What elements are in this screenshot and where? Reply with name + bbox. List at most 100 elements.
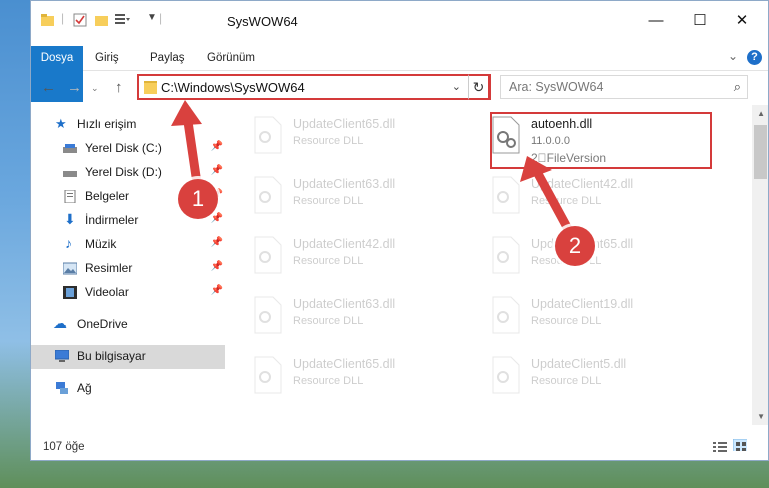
scroll-down-icon[interactable]: ▼ [757,412,765,421]
refresh-button[interactable]: ↻ [468,74,490,100]
separator: | [61,11,65,25]
file-type: Resource DLL [531,315,602,327]
separator: | [159,11,163,25]
dll-file-icon [254,296,282,334]
tab-home[interactable]: Giriş [95,46,119,70]
sidebar-item-label: Yerel Disk (C:) [85,141,162,155]
documents-icon [64,190,76,203]
title-bar: | ▼ | SysWOW64 — ☐ ✕ [31,1,768,41]
sidebar-item-music[interactable]: ♪ Müzik 📌 [31,233,225,257]
sidebar-item-label: Resimler [85,261,133,275]
status-bar: 107 öğe [31,433,768,461]
videos-icon [63,286,77,299]
pin-icon[interactable]: 📌 [211,213,223,224]
sidebar-item-videos[interactable]: Videolar 📌 [31,281,225,305]
window-title: SysWOW64 [227,14,298,29]
file-name: UpdateClient42.dll [531,177,634,191]
file-name: UpdateClient5.dll [531,357,627,371]
navigation-pane: ★ Hızlı erişim Yerel Disk (C:) 📌 Yerel D… [31,113,225,433]
scroll-up-icon[interactable]: ▲ [757,109,765,118]
download-icon: ⬇ [64,211,76,227]
maximize-button[interactable]: ☐ [687,9,713,33]
up-button[interactable]: ↑ [115,79,123,96]
file-type: Resource DLL [293,255,364,267]
file-explorer-window: | ▼ | SysWOW64 — ☐ ✕ Dosya Giriş Paylaş … [30,0,769,461]
address-bar[interactable]: C:\Windows\SysWOW64 ⌄ [137,74,491,100]
pictures-icon [63,262,77,275]
customize-toolbar-icon[interactable] [115,13,131,27]
dll-file-icon [492,296,520,334]
folder-icon [144,81,157,94]
sidebar-item-label: Yerel Disk (D:) [85,165,162,179]
tiles-view-icon[interactable] [733,439,747,451]
item-count: 107 öğe [43,441,85,453]
file-type: Resource DLL [531,195,602,207]
tab-share[interactable]: Paylaş [150,46,185,70]
file-type: Resource DLL [293,135,364,147]
address-dropdown-icon[interactable]: ⌄ [452,80,461,93]
sidebar-item-this-pc[interactable]: Bu bilgisayar [31,345,225,369]
quick-access-dropdown-icon[interactable]: ▼ [147,12,157,23]
dll-file-icon [492,356,520,394]
pin-icon[interactable]: 📌 [211,165,223,176]
sidebar-item-local-disk-c[interactable]: Yerel Disk (C:) 📌 [31,137,225,161]
scrollbar-thumb[interactable] [754,125,767,179]
pin-icon[interactable]: 📌 [211,261,223,272]
close-button[interactable]: ✕ [729,9,755,33]
pin-icon[interactable]: 📌 [211,285,223,296]
sidebar-item-label: Belgeler [85,189,130,203]
pin-icon[interactable]: 📌 [211,141,223,152]
file-type: Resource DLL [293,375,364,387]
new-folder-icon[interactable] [95,13,109,27]
forward-button[interactable]: → [67,79,82,96]
computer-icon [55,350,69,362]
file-type: Resource DLL [293,195,364,207]
file-item[interactable]: UpdateClient65.dll Resource DLL [247,351,477,407]
star-icon: ★ [55,116,67,131]
details-view-icon[interactable] [713,441,727,453]
sidebar-item-pictures[interactable]: Resimler 📌 [31,257,225,281]
sidebar-item-label: İndirmeler [85,213,139,227]
sidebar-item-label: Bu bilgisayar [77,349,146,363]
pin-icon[interactable]: 📌 [211,237,223,248]
search-placeholder: Ara: SysWOW64 [509,80,604,94]
file-item[interactable]: UpdateClient42.dll Resource DLL [485,171,715,227]
help-button[interactable]: ? [747,50,762,65]
back-button[interactable]: ← [41,79,56,96]
file-item[interactable]: UpdateClient5.dll Resource DLL [485,351,715,407]
dll-file-icon [492,236,520,274]
file-type: Resource DLL [293,315,364,327]
callout-1: 1 [178,179,218,219]
file-type: Resource DLL [531,375,602,387]
file-item[interactable]: UpdateClient65.dll Resource DLL [485,231,715,287]
file-item[interactable]: UpdateClient63.dll Resource DLL [247,171,477,227]
network-icon [56,382,68,394]
drive-icon [63,144,77,153]
file-item[interactable]: UpdateClient65.dll Resource DLL [247,111,477,167]
sidebar-item-quick-access[interactable]: ★ Hızlı erişim [31,113,225,137]
dll-file-icon [254,116,282,154]
sidebar-item-label: Ağ [77,381,92,395]
properties-icon[interactable] [73,13,87,27]
file-name: UpdateClient19.dll [531,297,634,311]
file-item[interactable]: UpdateClient63.dll Resource DLL [247,291,477,347]
search-box[interactable]: Ara: SysWOW64 ⌕ [500,75,748,99]
tab-view[interactable]: Görünüm [207,46,255,70]
file-item[interactable]: UpdateClient42.dll Resource DLL [247,231,477,287]
sidebar-item-label: Müzik [85,237,117,251]
dll-file-icon [254,356,282,394]
callout-2: 2 [555,226,595,266]
sidebar-item-label: OneDrive [77,317,128,331]
file-name: UpdateClient63.dll [293,177,396,191]
minimize-button[interactable]: — [643,9,669,33]
recent-locations-icon[interactable]: ⌄ [91,83,99,94]
ribbon-collapse-icon[interactable]: ⌄ [728,49,738,63]
dll-file-icon [254,176,282,214]
drive-icon [63,171,77,177]
sidebar-item-network[interactable]: Ağ [31,377,225,401]
folder-icon [41,14,54,26]
file-item[interactable]: UpdateClient19.dll Resource DLL [485,291,715,347]
sidebar-item-onedrive[interactable]: ☁ OneDrive [31,313,225,337]
dll-file-icon [492,176,520,214]
music-icon: ♪ [65,235,72,251]
